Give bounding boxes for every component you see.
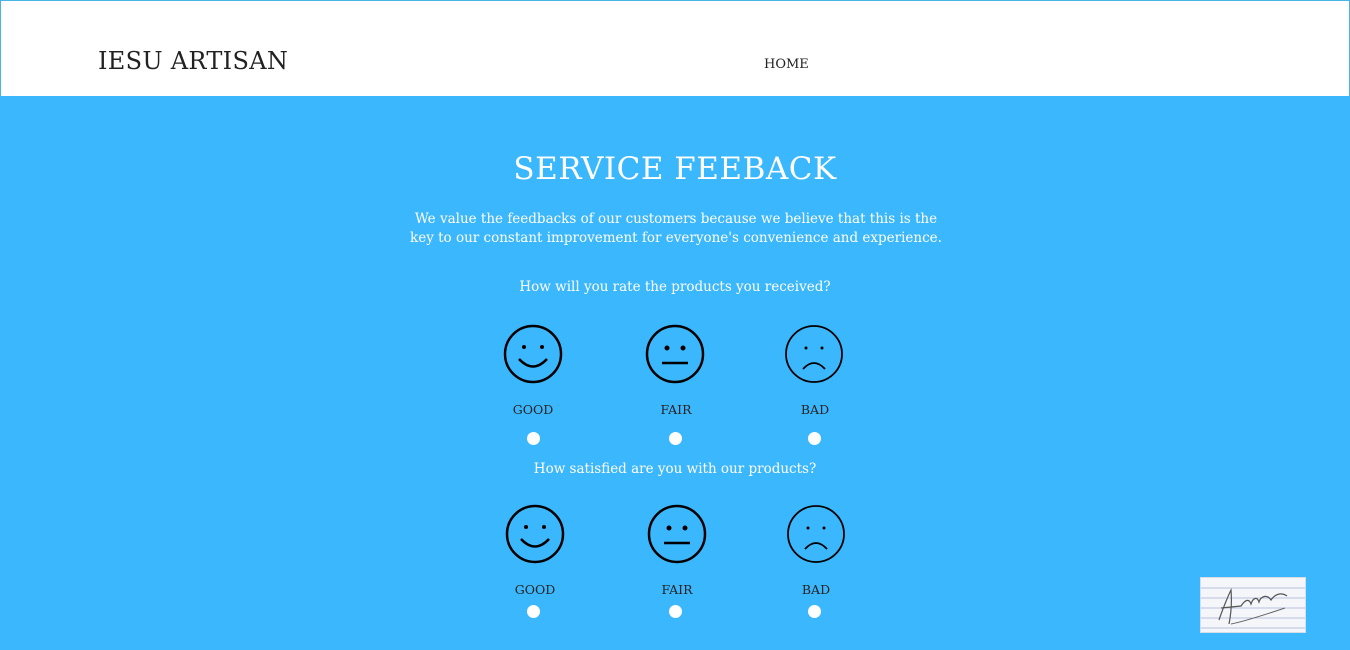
- question-1-text: How will you rate the products you recei…: [519, 279, 831, 295]
- radio-q1-good[interactable]: [527, 432, 540, 445]
- option-label-bad: BAD: [800, 402, 830, 417]
- radio-q2-bad[interactable]: [808, 605, 821, 618]
- page-title: SERVICE FEEBACK: [513, 151, 837, 187]
- radio-q1-fair[interactable]: [669, 432, 682, 445]
- smile-face-icon[interactable]: [505, 504, 567, 566]
- sad-face-icon[interactable]: [786, 504, 848, 566]
- sad-face-icon[interactable]: [784, 324, 846, 386]
- option-label-good: GOOD: [514, 582, 556, 597]
- signature-image: [1200, 577, 1306, 633]
- neutral-face-icon[interactable]: [647, 504, 709, 566]
- smile-face-icon[interactable]: [503, 324, 565, 386]
- option-label-good: GOOD: [512, 402, 554, 417]
- option-label-bad: BAD: [801, 582, 831, 597]
- question-2-text: How satisfied are you with our products?: [533, 461, 817, 477]
- nav-link-home[interactable]: HOME: [764, 57, 809, 72]
- radio-q2-fair[interactable]: [669, 605, 682, 618]
- brand-logo-text[interactable]: IESU ARTISAN: [98, 47, 288, 75]
- radio-q1-bad[interactable]: [808, 432, 821, 445]
- intro-text: We value the feedbacks of our customers …: [410, 211, 942, 246]
- site-header: IESU ARTISAN HOME: [0, 0, 1350, 96]
- option-label-fair: FAIR: [661, 582, 693, 597]
- option-label-fair: FAIR: [660, 402, 692, 417]
- neutral-face-icon[interactable]: [645, 324, 707, 386]
- radio-q2-good[interactable]: [527, 605, 540, 618]
